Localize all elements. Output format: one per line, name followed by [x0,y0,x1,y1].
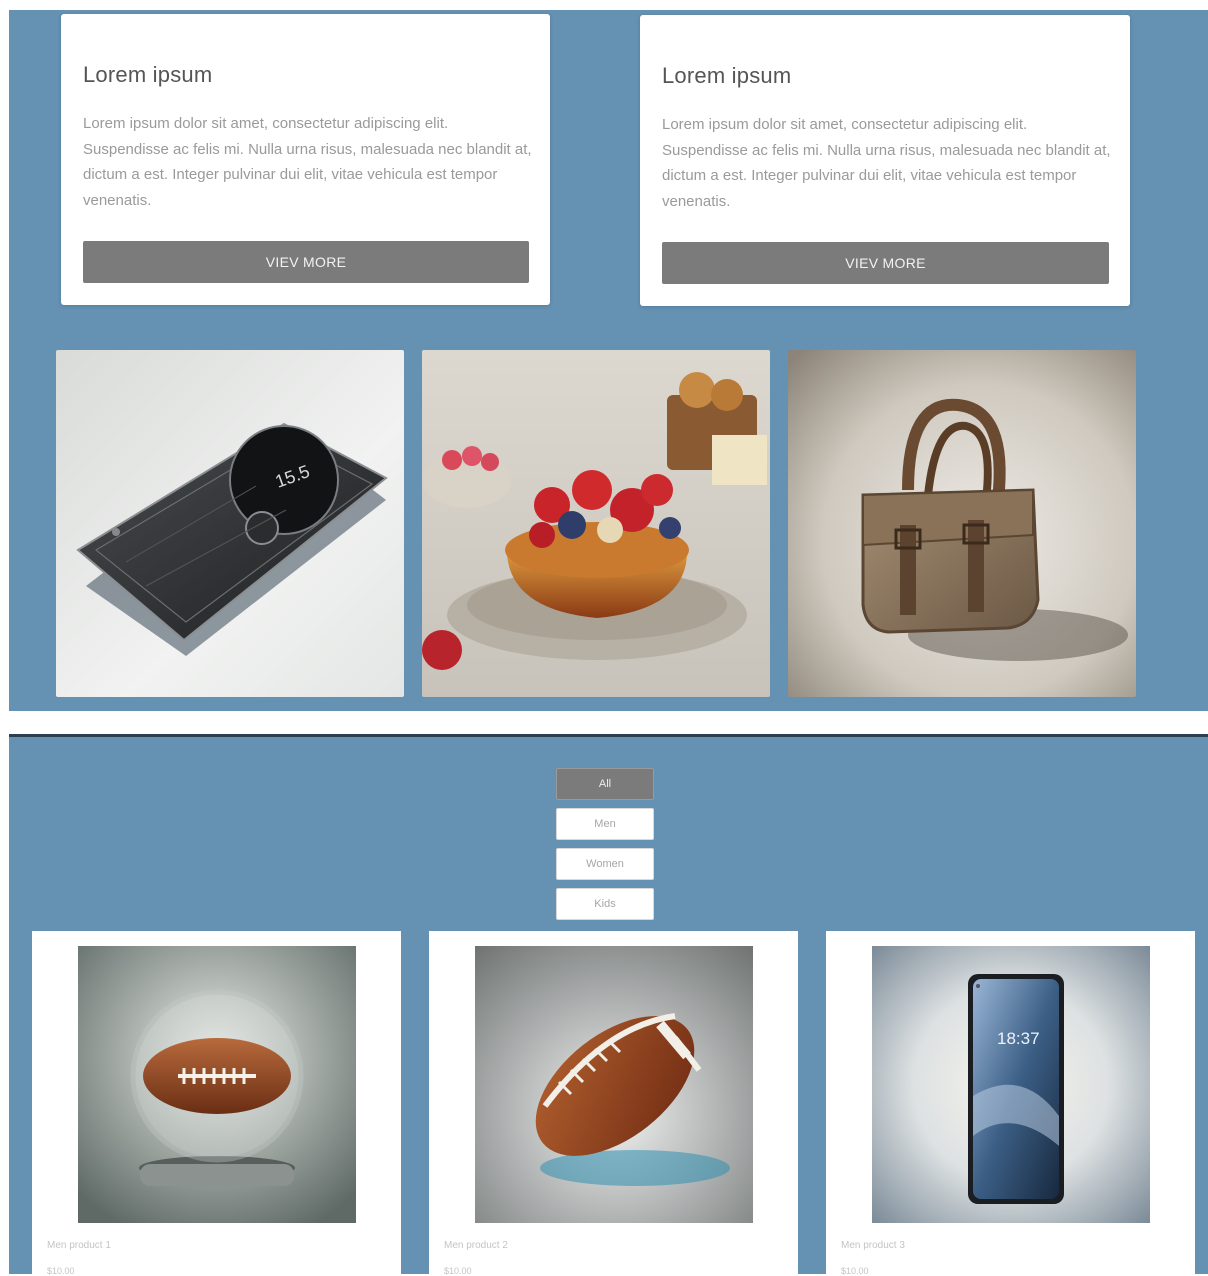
filter-women-button[interactable]: Women [556,848,654,880]
product-name[interactable]: Men product 3 [841,1240,905,1251]
product-price: $10.00 [47,1266,75,1276]
phone-screen-time: 18:37 [997,1029,1040,1048]
phone-device-image[interactable]: 15.5 [56,350,404,697]
product-card-1[interactable]: Men product 1 $10.00 [32,931,401,1276]
smartphone-image[interactable]: 18:37 [872,946,1150,1223]
product-price: $10.00 [444,1266,472,1276]
product-card-3[interactable]: 18:37 Men product 3 $10.00 [826,931,1195,1276]
filter-men-button[interactable]: Men [556,808,654,840]
football-globe-image[interactable] [78,946,356,1223]
berry-cake-image[interactable] [422,350,770,697]
view-more-button[interactable]: VIEV MORE [83,241,529,283]
info-card-text: Lorem ipsum dolor sit amet, consectetur … [662,116,1111,210]
product-name[interactable]: Men product 1 [47,1240,111,1251]
info-card-text: Lorem ipsum dolor sit amet, consectetur … [83,115,532,209]
filter-kids-button[interactable]: Kids [556,888,654,920]
product-price: $10.00 [841,1266,869,1276]
product-card-2[interactable]: Men product 2 $10.00 [429,931,798,1276]
handbag-image[interactable] [788,350,1136,697]
filter-all-button[interactable]: All [556,768,654,800]
featured-section: Lorem ipsum Lorem ipsum dolor sit amet, … [9,10,1208,711]
info-card-2: Lorem ipsum Lorem ipsum dolor sit amet, … [640,15,1130,306]
football-image[interactable] [475,946,753,1223]
info-card-title: Lorem ipsum [662,63,792,88]
view-more-button[interactable]: VIEV MORE [662,242,1109,284]
info-card-1: Lorem ipsum Lorem ipsum dolor sit amet, … [61,14,550,305]
info-card-title: Lorem ipsum [83,62,213,87]
product-name[interactable]: Men product 2 [444,1240,508,1251]
